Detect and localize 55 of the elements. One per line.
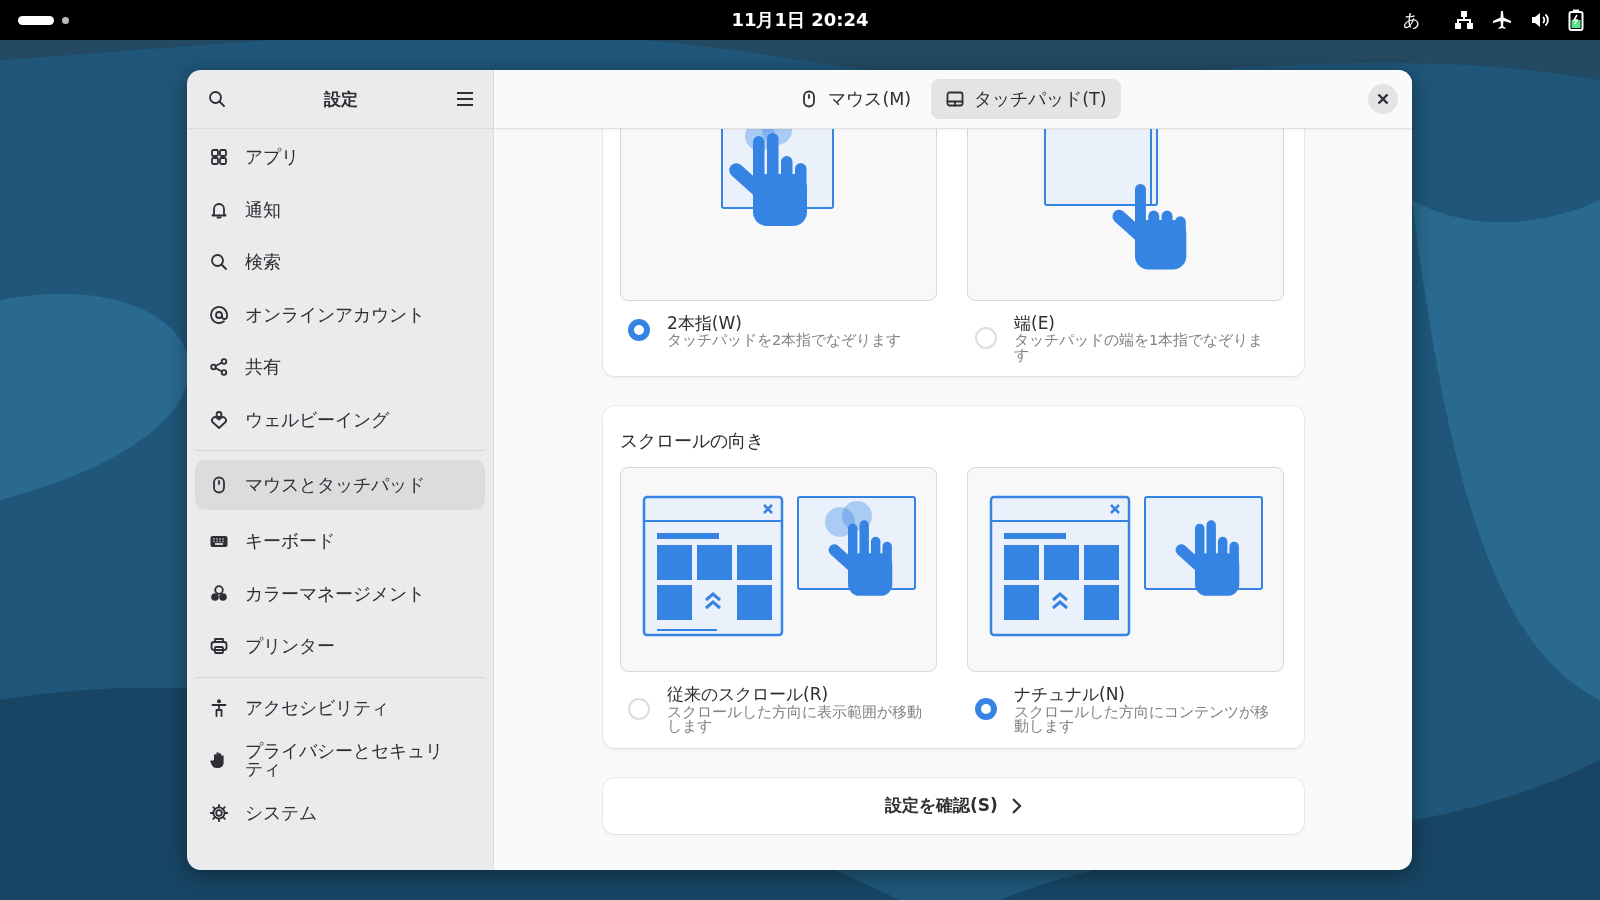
illustration-panel[interactable] bbox=[620, 467, 937, 673]
sidebar-item[interactable]: 検索 bbox=[195, 236, 485, 289]
settings-icon bbox=[209, 802, 229, 823]
sidebar-item[interactable]: マウスとタッチパッド bbox=[195, 460, 485, 510]
search-icon bbox=[207, 89, 227, 109]
option-label: 従来のスクロール(R) bbox=[667, 684, 829, 705]
workspace-dot-icon[interactable] bbox=[62, 16, 69, 24]
illustration-panel[interactable] bbox=[967, 129, 1284, 301]
radio-button[interactable] bbox=[628, 319, 650, 342]
tab[interactable]: マウス(M) bbox=[785, 79, 926, 119]
sidebar-item[interactable]: プライバシーとセキュリティ bbox=[195, 734, 485, 787]
touchpad-icon bbox=[945, 89, 966, 109]
option-label: 2本指(W) bbox=[667, 313, 743, 334]
radio-button[interactable] bbox=[975, 698, 997, 721]
option-label: 端(E) bbox=[1014, 313, 1056, 334]
sidebar-item[interactable]: プリンター bbox=[195, 620, 485, 673]
tab[interactable]: タッチパッド(T) bbox=[931, 79, 1121, 119]
sidebar-item[interactable]: カラーマネージメント bbox=[195, 567, 485, 620]
sidebar-item[interactable]: ウェルビーイング bbox=[195, 393, 485, 446]
battery-icon[interactable] bbox=[1568, 9, 1584, 31]
option-description: スクロールした方向に表示範囲が移動します bbox=[667, 704, 923, 734]
close-icon bbox=[1377, 93, 1389, 105]
option-description: タッチパッドを2本指でなぞります bbox=[667, 333, 903, 348]
at-sign-icon bbox=[209, 304, 229, 325]
printer-icon bbox=[209, 636, 229, 657]
option-label: ナチュナル(N) bbox=[1014, 684, 1125, 705]
heart-person-icon bbox=[209, 409, 229, 430]
input-method-indicator[interactable]: あ bbox=[1403, 8, 1420, 32]
person-icon bbox=[209, 697, 229, 718]
sidebar-item[interactable]: アプリ bbox=[195, 131, 485, 184]
menu-icon bbox=[455, 89, 475, 109]
option-description: スクロールした方向にコンテンツが移動します bbox=[1014, 704, 1270, 734]
test-settings-button[interactable]: 設定を確認(S) bbox=[603, 777, 1304, 834]
share-icon bbox=[209, 357, 229, 378]
sidebar-item[interactable]: キーボード bbox=[195, 515, 485, 568]
window-title: 設定 bbox=[324, 87, 358, 111]
airplane-icon[interactable] bbox=[1492, 10, 1512, 30]
option-description: タッチパッドの端を1本指でなぞります bbox=[1014, 333, 1265, 363]
illustration-panel[interactable] bbox=[967, 467, 1284, 673]
circles-icon bbox=[209, 583, 229, 604]
volume-icon[interactable] bbox=[1530, 10, 1550, 30]
sidebar-item[interactable]: オンラインアカウント bbox=[195, 288, 485, 341]
close-button[interactable] bbox=[1368, 84, 1398, 114]
sidebar-item[interactable]: アクセシビリティ bbox=[195, 681, 485, 734]
search-icon bbox=[209, 252, 229, 273]
workspace-indicator-icon[interactable] bbox=[18, 15, 54, 25]
sidebar-item[interactable]: システム bbox=[195, 786, 485, 839]
sidebar-item[interactable]: 共有 bbox=[195, 341, 485, 394]
network-icon[interactable] bbox=[1454, 10, 1474, 30]
section-title: スクロールの向き bbox=[620, 430, 765, 454]
sidebar-item[interactable]: 通知 bbox=[195, 183, 485, 236]
illustration-panel[interactable] bbox=[620, 129, 937, 301]
chevron-right-icon bbox=[1009, 796, 1022, 815]
clock[interactable]: 11月1日 20:24 bbox=[731, 9, 869, 30]
grid-icon bbox=[209, 147, 229, 168]
